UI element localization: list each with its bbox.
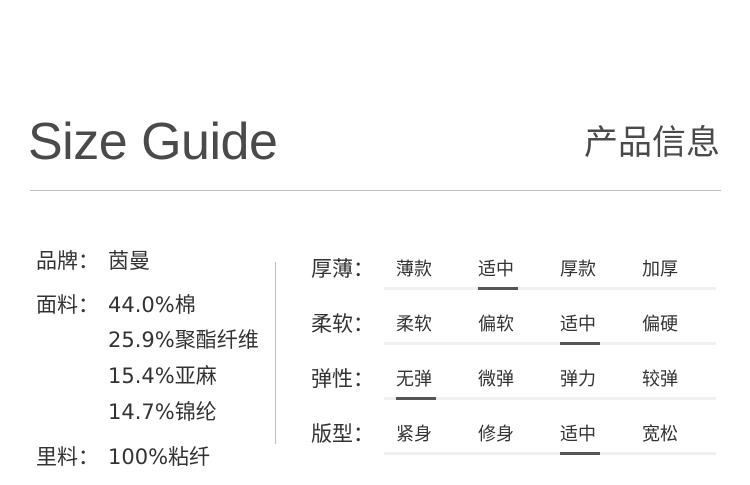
option-label: 修身: [478, 423, 514, 445]
option-label: 偏软: [478, 313, 514, 335]
attr-row-thickness: 厚薄： 薄款 适中 厚款 加厚: [311, 240, 716, 295]
option-label: 厚款: [560, 258, 596, 280]
selected-underline: [560, 341, 600, 345]
selected-underline: [396, 396, 436, 400]
title-en: Size Guide: [28, 113, 278, 171]
option[interactable]: 修身: [466, 420, 548, 446]
option-label: 加厚: [642, 258, 678, 280]
info-values: 100%粘纤: [108, 440, 210, 474]
attr-label: 版型：: [311, 421, 374, 446]
attr-options: 薄款 适中 厚款 加厚: [384, 255, 716, 290]
attr-row-fit: 版型： 紧身 修身 适中 宽松: [311, 405, 716, 460]
attr-options: 无弹 微弹 弹力 较弹: [384, 365, 716, 400]
vertical-divider: [275, 262, 276, 444]
info-label: 里料：: [36, 445, 99, 469]
option[interactable]: 宽松: [630, 420, 712, 446]
option[interactable]: 薄款: [384, 255, 466, 281]
selected-underline: [560, 451, 600, 455]
option-label: 无弹: [396, 368, 432, 390]
info-value: 44.0%棉: [108, 293, 196, 317]
option[interactable]: 适中: [548, 420, 630, 455]
option[interactable]: 柔软: [384, 310, 466, 336]
option[interactable]: 弹力: [548, 365, 630, 391]
info-row-lining: 里料： 100%粘纤: [36, 440, 259, 474]
option[interactable]: 偏软: [466, 310, 548, 336]
option-label: 适中: [560, 423, 596, 445]
selected-underline: [478, 286, 518, 290]
option[interactable]: 厚款: [548, 255, 630, 281]
attr-row-elasticity: 弹性： 无弹 微弹 弹力 较弹: [311, 350, 716, 405]
option-label: 弹力: [560, 368, 596, 390]
info-value: 茵曼: [108, 249, 150, 273]
info-values: 茵曼: [108, 244, 150, 278]
info-row-brand: 品牌： 茵曼: [36, 244, 259, 278]
option-label: 偏硬: [642, 313, 678, 335]
option-label: 适中: [478, 258, 514, 280]
attribute-table: 厚薄： 薄款 适中 厚款 加厚 柔软： 柔软 偏软 适中 偏硬 弹性： 无弹 微…: [311, 240, 716, 460]
option[interactable]: 较弹: [630, 365, 712, 391]
option[interactable]: 无弹: [384, 365, 466, 400]
option[interactable]: 加厚: [630, 255, 712, 281]
option-label: 较弹: [642, 368, 678, 390]
info-values: 44.0%棉 25.9%聚酯纤维 15.4%亚麻 14.7%锦纶: [108, 288, 259, 430]
option-label: 宽松: [642, 423, 678, 445]
option[interactable]: 偏硬: [630, 310, 712, 336]
attr-label: 厚薄：: [311, 256, 374, 281]
option-label: 柔软: [396, 313, 432, 335]
info-label: 品牌：: [36, 249, 99, 273]
option[interactable]: 适中: [548, 310, 630, 345]
product-info-list: 品牌： 茵曼 面料： 44.0%棉 25.9%聚酯纤维 15.4%亚麻 14.7…: [36, 244, 259, 484]
info-row-fabric: 面料： 44.0%棉 25.9%聚酯纤维 15.4%亚麻 14.7%锦纶: [36, 288, 259, 430]
title-cn: 产品信息: [584, 123, 720, 163]
attr-options: 柔软 偏软 适中 偏硬: [384, 310, 716, 345]
option[interactable]: 适中: [466, 255, 548, 290]
top-rule: [30, 190, 721, 191]
option-label: 适中: [560, 313, 596, 335]
option-label: 薄款: [396, 258, 432, 280]
attr-options: 紧身 修身 适中 宽松: [384, 420, 716, 455]
option[interactable]: 紧身: [384, 420, 466, 446]
attr-row-softness: 柔软： 柔软 偏软 适中 偏硬: [311, 295, 716, 350]
info-label: 面料：: [36, 293, 99, 317]
option[interactable]: 微弹: [466, 365, 548, 391]
info-value: 100%粘纤: [108, 445, 211, 469]
info-value: 25.9%聚酯纤维: [108, 328, 259, 352]
info-value: 15.4%亚麻: [108, 364, 217, 388]
option-label: 紧身: [396, 423, 432, 445]
attr-label: 柔软：: [311, 311, 374, 336]
info-value: 14.7%锦纶: [108, 400, 217, 424]
attr-label: 弹性：: [311, 366, 374, 391]
option-label: 微弹: [478, 368, 514, 390]
